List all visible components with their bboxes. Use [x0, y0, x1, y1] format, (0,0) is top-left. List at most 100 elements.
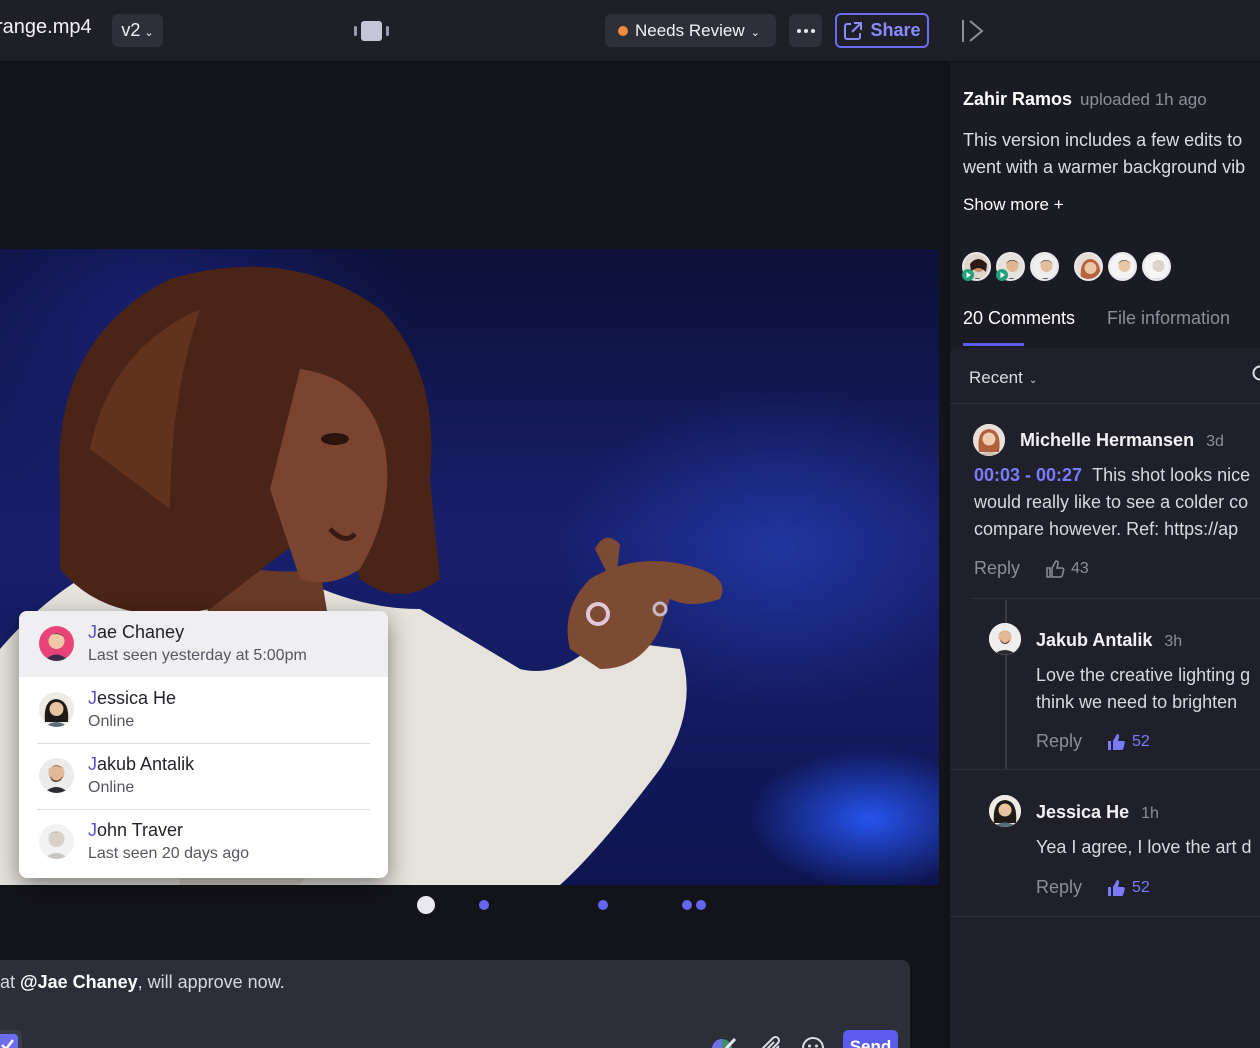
- like-button[interactable]: 43: [1045, 559, 1089, 579]
- like-button[interactable]: 52: [1106, 878, 1150, 898]
- comment-marker[interactable]: [682, 900, 692, 910]
- annotate-icon[interactable]: [710, 1035, 737, 1048]
- search-icon[interactable]: [1252, 365, 1260, 385]
- comment-marker[interactable]: [598, 900, 608, 910]
- reply-button[interactable]: Reply: [1036, 877, 1082, 898]
- mention-match: J: [88, 622, 97, 642]
- tab-file-information[interactable]: File information: [1107, 308, 1230, 329]
- mention-status: Online: [88, 779, 135, 796]
- review-status-dropdown[interactable]: Needs Review ⌄: [605, 14, 776, 47]
- mention-match: J: [88, 754, 97, 774]
- avatar: [39, 758, 74, 793]
- send-button[interactable]: Send: [843, 1030, 898, 1048]
- version-dropdown[interactable]: v2 ⌄: [112, 14, 163, 47]
- sort-dropdown[interactable]: Recent ⌄: [969, 368, 1037, 388]
- mention-name: Jessica He: [88, 688, 176, 709]
- mention-name: John Traver: [88, 820, 183, 841]
- reply-button[interactable]: Reply: [1036, 731, 1082, 752]
- mention-status: Last seen 20 days ago: [88, 845, 250, 862]
- avatar[interactable]: [1030, 252, 1059, 281]
- mention-match: J: [88, 820, 97, 840]
- mention-option[interactable]: Jessica He Online: [19, 677, 388, 743]
- divider: [37, 743, 370, 744]
- comment-composer[interactable]: at @Jae Chaney, will approve now. Send: [0, 960, 910, 1048]
- comment-prefix: at: [0, 972, 21, 992]
- author-name: Jakub Antalik: [1036, 630, 1153, 650]
- comment-marker[interactable]: [479, 900, 489, 910]
- more-options-button[interactable]: [789, 14, 822, 47]
- viewer-stage: at @Jae Chaney, will approve now. Send: [0, 62, 950, 1048]
- tab-comments[interactable]: 20 Comments: [963, 308, 1075, 329]
- internal-comment-checkbox[interactable]: [0, 1030, 22, 1048]
- mention-option[interactable]: Jakub Antalik Online: [19, 743, 388, 809]
- mention-name-rest: ohn Traver: [97, 820, 184, 840]
- comment-timestamp[interactable]: 00:03 - 00:27: [974, 465, 1082, 485]
- active-tab-indicator: [963, 343, 1024, 346]
- status-label: Needs Review: [635, 20, 745, 40]
- divider: [970, 598, 1260, 599]
- uploader-name: Zahir Ramos: [963, 89, 1073, 109]
- comment-line: would really like to see a colder co: [974, 492, 1249, 512]
- share-button[interactable]: Share: [835, 13, 929, 48]
- like-count: 52: [1132, 879, 1150, 896]
- more-dot-icon: [810, 28, 815, 33]
- mention-name-rest: essica He: [97, 688, 177, 708]
- divider: [950, 916, 1260, 917]
- avatar[interactable]: [1074, 252, 1103, 281]
- timeline-playhead[interactable]: [417, 896, 435, 914]
- play-status-icon: [962, 269, 974, 281]
- thumbs-up-icon: [1108, 734, 1125, 750]
- emoji-icon[interactable]: [800, 1035, 826, 1048]
- description-line: went with a warmer background vib: [963, 157, 1246, 177]
- comment-marker[interactable]: [696, 900, 706, 910]
- share-label: Share: [870, 20, 921, 40]
- comment-input[interactable]: at @Jae Chaney, will approve now.: [0, 972, 285, 993]
- more-dot-icon: [796, 28, 801, 33]
- more-dot-icon: [803, 28, 808, 33]
- comment-line: Yea I agree, I love the art d: [1036, 837, 1252, 857]
- comment-body: Yea I agree, I love the art d: [1036, 834, 1251, 861]
- reply-button[interactable]: Reply: [974, 558, 1020, 579]
- comment-time: 1h: [1141, 805, 1159, 822]
- avatar[interactable]: [973, 424, 1005, 456]
- mention-name: Jakub Antalik: [88, 754, 194, 775]
- top-toolbar: range.mp4 v2 ⌄ Needs Review ⌄ Share: [0, 0, 1260, 62]
- status-dot-icon: [618, 25, 628, 36]
- version-description: This version includes a few edits to wen…: [963, 127, 1260, 181]
- chevron-down-icon: ⌄: [1028, 375, 1038, 386]
- thumbs-up-icon: [1046, 560, 1065, 578]
- thumbs-up-icon: [1108, 880, 1125, 896]
- comment-line: Love the creative lighting g: [1036, 665, 1251, 685]
- like-button[interactable]: 52: [1106, 732, 1150, 752]
- mention-name: Jae Chaney: [88, 622, 184, 643]
- mention-option[interactable]: Jae Chaney Last seen yesterday at 5:00pm: [19, 611, 388, 677]
- chevron-down-icon: ⌄: [750, 26, 760, 39]
- comment-line: This shot looks nice: [1092, 465, 1251, 485]
- mention-option[interactable]: John Traver Last seen 20 days ago: [19, 809, 388, 875]
- comment-timeline[interactable]: [0, 885, 939, 925]
- play-status-icon: [996, 269, 1008, 281]
- comment-author: Jakub Antalik 3h: [1036, 630, 1182, 651]
- avatar[interactable]: [1108, 252, 1137, 281]
- share-icon: [844, 21, 863, 40]
- like-count: 43: [1071, 560, 1089, 577]
- divider: [950, 403, 1260, 404]
- comment-body: Love the creative lighting g think we ne…: [1036, 662, 1250, 716]
- attachment-icon[interactable]: [759, 1035, 785, 1048]
- collapse-panel-icon[interactable]: [960, 18, 986, 44]
- details-panel: Zahir Ramos uploaded 1h ago This version …: [950, 62, 1260, 1048]
- mention-status: Last seen yesterday at 5:00pm: [88, 647, 307, 664]
- comment-suffix: , will approve now.: [137, 972, 285, 992]
- comment-author: Jessica He 1h: [1036, 802, 1159, 823]
- mention-match: J: [88, 688, 97, 708]
- comment-time: 3d: [1206, 433, 1224, 450]
- file-name: range.mp4: [0, 16, 92, 38]
- mention-suggestions: Jae Chaney Last seen yesterday at 5:00pm…: [19, 611, 388, 878]
- show-more-link[interactable]: Show more +: [963, 195, 1064, 215]
- avatar[interactable]: [989, 623, 1021, 655]
- compare-versions-icon[interactable]: [353, 19, 390, 43]
- upload-time: uploaded 1h ago: [1080, 90, 1207, 109]
- divider: [950, 769, 1260, 770]
- avatar[interactable]: [989, 795, 1021, 827]
- avatar[interactable]: [1142, 252, 1171, 281]
